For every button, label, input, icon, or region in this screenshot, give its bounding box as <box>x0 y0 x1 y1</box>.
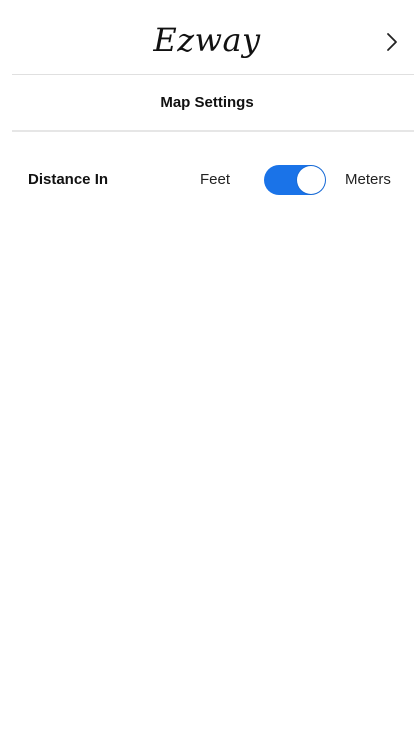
title-divider <box>12 130 414 132</box>
feet-option-label[interactable]: Feet <box>200 170 230 190</box>
distance-unit-toggle[interactable] <box>264 165 326 195</box>
chevron-right-icon <box>387 33 397 51</box>
distance-label: Distance In <box>28 171 109 188</box>
header-divider <box>12 74 414 75</box>
next-button[interactable] <box>380 28 404 56</box>
distance-setting-row: Distance In Feet Meters <box>0 163 414 195</box>
app-screen: Ezway Map Settings Distance In Feet Mete… <box>0 0 414 733</box>
header: Ezway <box>0 0 414 74</box>
meters-option-label[interactable]: Meters <box>345 170 391 190</box>
brand-logo: Ezway <box>153 21 261 59</box>
page-title: Map Settings <box>160 94 254 111</box>
toggle-knob <box>297 166 325 194</box>
